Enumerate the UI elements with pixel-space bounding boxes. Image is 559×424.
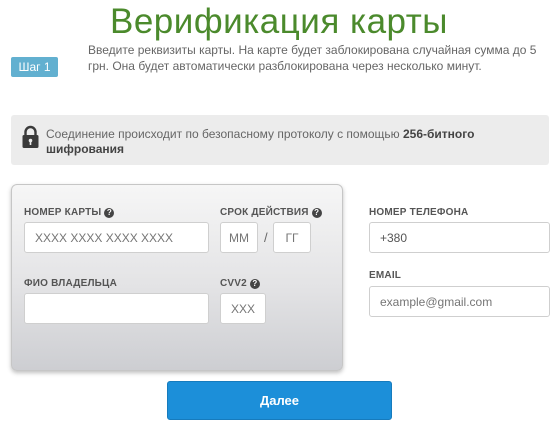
expiry-separator: / bbox=[264, 230, 268, 245]
expiry-year-input[interactable] bbox=[273, 222, 311, 253]
holder-name-input[interactable] bbox=[24, 293, 209, 324]
card-number-label: НОМЕР КАРТЫ? bbox=[24, 207, 115, 218]
card-details-panel: НОМЕР КАРТЫ? СРОК ДЕЙСТВИЯ? / ФИО ВЛАДЕЛ… bbox=[11, 184, 343, 371]
card-number-help-icon[interactable]: ? bbox=[104, 208, 115, 218]
holder-name-label: ФИО ВЛАДЕЛЬЦА bbox=[24, 278, 117, 289]
security-notice: Соединение происходит по безопасному про… bbox=[11, 115, 549, 165]
cvv-input[interactable] bbox=[220, 293, 266, 324]
card-number-input[interactable] bbox=[24, 222, 209, 253]
phone-input[interactable] bbox=[369, 222, 550, 253]
email-input[interactable] bbox=[369, 286, 550, 317]
email-label: EMAIL bbox=[369, 270, 402, 281]
lock-icon bbox=[22, 125, 39, 154]
phone-label: НОМЕР ТЕЛЕФОНА bbox=[369, 207, 469, 218]
card-verification-page: Верификация карты Шаг 1 Введите реквизит… bbox=[0, 0, 559, 424]
cvv-label: CVV2? bbox=[220, 278, 260, 289]
expiry-label: СРОК ДЕЙСТВИЯ? bbox=[220, 207, 322, 218]
expiry-help-icon[interactable]: ? bbox=[311, 208, 322, 218]
cvv-help-icon[interactable]: ? bbox=[249, 279, 260, 289]
expiry-month-input[interactable] bbox=[220, 222, 258, 253]
page-title: Верификация карты bbox=[110, 2, 448, 41]
step-badge: Шаг 1 bbox=[11, 57, 58, 77]
next-button[interactable]: Далее bbox=[167, 381, 392, 420]
security-text: Соединение происходит по безопасному про… bbox=[46, 127, 526, 157]
step-description: Введите реквизиты карты. На карте будет … bbox=[88, 43, 537, 73]
security-text-prefix: Соединение происходит по безопасному про… bbox=[46, 127, 403, 141]
